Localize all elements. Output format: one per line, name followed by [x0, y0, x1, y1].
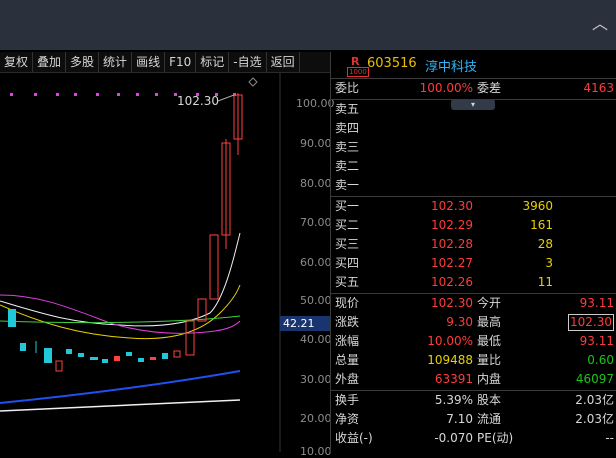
sell-row: 卖四	[335, 121, 360, 135]
sell-row: 卖二	[335, 159, 360, 173]
y-tick: 90.00	[300, 137, 332, 150]
stat-row: 外盘 63391 内盘 46097	[335, 372, 614, 386]
price-callout-line	[217, 94, 235, 102]
fund-row: 收益(-) -0.070 PE(动) --	[335, 431, 614, 445]
weibi-row: 委比 100.00% 委差 4163	[335, 81, 614, 95]
y-tick: 80.00	[300, 177, 332, 190]
current-price-tag: 42.21	[280, 316, 330, 331]
y-tick: 40.00	[300, 333, 332, 346]
stock-header: R 1000 603516 淳中科技	[331, 52, 616, 78]
buy-row: 买一 102.30 3960	[335, 199, 553, 213]
sell-row: 卖五	[335, 102, 360, 116]
toolbar-f10-button[interactable]: F10	[165, 52, 197, 72]
fund-row: 换手 5.39% 股本 2.03亿	[335, 393, 614, 407]
kline-svg	[0, 73, 281, 452]
y-tick: 30.00	[300, 373, 332, 386]
toolbar-stats-button[interactable]: 统计	[99, 52, 133, 72]
toolbar-remove-watchlist-button[interactable]: -自选	[229, 52, 267, 72]
sell-row: 卖三	[335, 140, 360, 154]
buy-row: 买五 102.26 11	[335, 275, 553, 289]
stat-row: 涨幅 10.00% 最低 93.11	[335, 334, 614, 348]
toolbar-fuquan-button[interactable]: 复权	[0, 52, 34, 72]
candlestick-chart[interactable]: 102.30 100.00 90.00 80.00 70.00 60.00 50…	[0, 73, 335, 458]
stock-name[interactable]: 淳中科技	[425, 56, 477, 75]
chart-toolbar: 复权 叠加 多股 统计 画线 F10 标记 -自选 返回	[0, 52, 330, 73]
ma5-line	[0, 232, 241, 327]
ma60-line	[0, 370, 241, 404]
stat-row: 总量 109488 量比 0.60	[335, 353, 614, 367]
stat-row: 现价 102.30 今开 93.11	[335, 296, 614, 310]
y-tick: 50.00	[300, 294, 332, 307]
stock-code: 603516	[367, 56, 417, 71]
top-title-bar: ︿	[0, 0, 616, 50]
toolbar-draw-line-button[interactable]: 画线	[132, 52, 166, 72]
toolbar-overlay-button[interactable]: 叠加	[33, 52, 67, 72]
buy-row: 买二 102.29 161	[335, 218, 553, 232]
buy-row: 买三 102.28 28	[335, 237, 553, 251]
rank-badge-icon: R 1000	[347, 55, 369, 77]
fund-row: 净资 7.10 流通 2.03亿	[335, 412, 614, 426]
y-tick: 20.00	[300, 412, 332, 425]
candles	[8, 93, 243, 372]
diamond-marker-icon	[248, 77, 258, 87]
y-tick: 60.00	[300, 256, 332, 269]
toolbar-multi-stock-button[interactable]: 多股	[66, 52, 100, 72]
toolbar-mark-button[interactable]: 标记	[196, 52, 230, 72]
sell-row: 卖一	[335, 178, 360, 192]
y-tick: 70.00	[300, 216, 332, 229]
toolbar-back-button[interactable]: 返回	[267, 52, 300, 72]
buy-row: 买四 102.27 3	[335, 256, 553, 270]
ma20-line	[0, 294, 241, 334]
y-tick: 100.00	[296, 97, 335, 110]
high-price-label: 102.30	[177, 94, 219, 108]
stat-row: 涨跌 9.30 最高 102.30	[335, 314, 614, 331]
quote-panel: R 1000 603516 淳中科技 委比 100.00% 委差 4163 ▾ …	[331, 52, 616, 452]
chevron-up-icon[interactable]: ︿	[592, 10, 608, 34]
ma120-line	[0, 399, 241, 412]
